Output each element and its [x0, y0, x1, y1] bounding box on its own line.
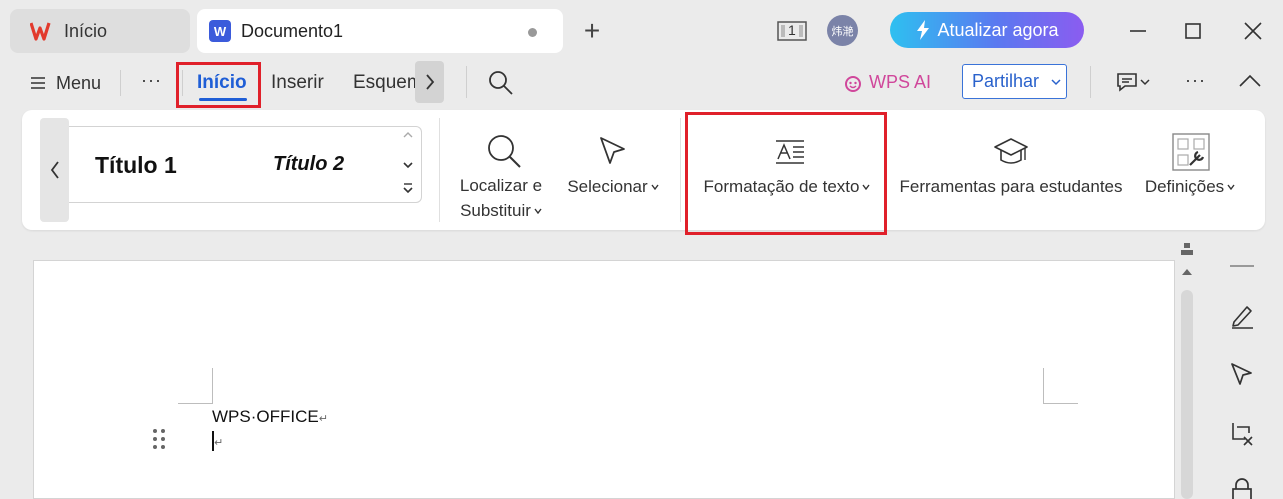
plus-icon: + — [583, 15, 601, 46]
wps-ai-button[interactable]: WPS AI — [843, 72, 931, 93]
cursor-icon — [1229, 361, 1255, 387]
more-tabs-button[interactable]: ··· — [141, 70, 162, 91]
student-tools-button[interactable]: Ferramentas para estudantes — [893, 174, 1129, 199]
text-line-1: WPS·OFFICE — [212, 407, 319, 426]
search-button[interactable] — [488, 70, 514, 96]
share-label: Partilhar — [972, 71, 1040, 91]
share-button[interactable]: Partilhar — [962, 64, 1067, 99]
tab-home-ribbon[interactable]: Início — [197, 72, 247, 94]
collapse-ribbon-button[interactable] — [1239, 74, 1261, 88]
menu-label: Menu — [56, 72, 102, 93]
side-panel-handle — [1230, 265, 1254, 267]
tab-document-label: Documento1 — [241, 20, 344, 41]
find-label-line2: Substituir — [460, 201, 531, 220]
text-format-highlight-box — [685, 112, 887, 235]
chevron-left-icon — [50, 161, 60, 179]
minimize-icon — [1129, 29, 1147, 33]
tab-document[interactable]: W Documento1 — [197, 9, 563, 53]
settings-icon — [1172, 133, 1210, 171]
settings-label: Definições — [1144, 177, 1225, 196]
lock-button[interactable] — [1226, 475, 1258, 499]
graduation-cap-icon — [993, 136, 1029, 168]
bolt-icon — [915, 20, 931, 40]
find-replace-button[interactable]: Localizar e Substituir — [455, 173, 547, 223]
lock-icon — [1230, 478, 1254, 499]
styles-scroll-down[interactable] — [402, 160, 414, 170]
paragraph-mark: ↵ — [214, 437, 224, 449]
menu-button[interactable]: Menu — [30, 70, 101, 96]
minimize-button[interactable] — [1123, 16, 1153, 46]
drag-handle-icon[interactable] — [152, 428, 166, 450]
clear-format-button[interactable] — [1226, 418, 1258, 450]
divider — [1090, 66, 1091, 98]
menu-icon — [30, 75, 46, 91]
pen-tool-button[interactable] — [1226, 300, 1258, 332]
tab-insert[interactable]: Inserir — [271, 72, 324, 94]
window-count-icon[interactable]: 1 — [777, 20, 807, 42]
close-window-button[interactable] — [1238, 16, 1268, 46]
comment-icon — [1116, 72, 1138, 92]
unsaved-indicator — [528, 28, 537, 37]
settings-button[interactable]: Definições — [1138, 174, 1242, 199]
tab-layout[interactable]: Esquem — [353, 72, 415, 94]
scroll-tabs-right-button[interactable] — [415, 61, 444, 103]
vertical-scrollbar[interactable] — [1181, 290, 1193, 499]
pen-icon — [1229, 303, 1255, 329]
avatar[interactable]: 炜滟 — [827, 15, 858, 46]
more-icon[interactable]: ··· — [1185, 70, 1206, 91]
divider — [120, 70, 121, 96]
crop-mark — [1043, 368, 1044, 403]
style-heading-1[interactable]: Título 1 — [95, 152, 177, 179]
divider — [439, 118, 440, 222]
maximize-button[interactable] — [1178, 16, 1208, 46]
chevron-right-icon — [425, 74, 435, 90]
scroll-split-icon[interactable] — [1180, 242, 1194, 256]
upgrade-label: Atualizar agora — [937, 19, 1059, 40]
select-button[interactable]: Selecionar — [563, 174, 663, 199]
find-replace-icon — [486, 133, 522, 169]
chevron-down-icon — [1227, 184, 1235, 190]
crop-mark — [212, 368, 213, 403]
divider — [680, 118, 681, 222]
wps-ai-label: WPS AI — [869, 72, 932, 92]
active-tab-underline — [199, 98, 247, 101]
new-tab-button[interactable]: + — [578, 15, 606, 46]
find-label-line1: Localizar e — [459, 176, 543, 195]
student-tools-label: Ferramentas para estudantes — [899, 177, 1123, 196]
chevron-down-icon — [1140, 78, 1150, 86]
maximize-icon — [1185, 23, 1201, 39]
chevron-down-icon — [1051, 78, 1061, 86]
tab-bar — [0, 0, 1283, 62]
tab-home-label: Início — [64, 20, 108, 41]
crop-mark — [178, 403, 213, 404]
crop-mark — [1043, 403, 1078, 404]
select-cursor-icon — [598, 135, 628, 167]
chevron-down-icon — [534, 208, 542, 214]
wps-logo-icon — [30, 21, 54, 41]
chevron-down-icon — [651, 184, 659, 190]
search-icon — [488, 70, 514, 96]
select-tool-button[interactable] — [1226, 358, 1258, 390]
document-text[interactable]: WPS·OFFICE↵ — [212, 407, 328, 427]
scroll-up-button[interactable] — [1181, 268, 1193, 276]
collapse-ribbon-icon — [1239, 74, 1261, 88]
styles-expand[interactable] — [402, 182, 414, 196]
window-count: 1 — [788, 22, 796, 38]
styles-prev-button[interactable] — [40, 118, 69, 222]
crop-clear-icon — [1229, 421, 1255, 447]
close-icon — [1244, 22, 1262, 40]
word-doc-icon: W — [209, 20, 231, 42]
divider — [466, 66, 467, 98]
document-page[interactable] — [33, 260, 1175, 499]
upgrade-button[interactable]: Atualizar agora — [890, 12, 1084, 48]
tab-home[interactable]: Início — [10, 9, 190, 53]
styles-scroll-up[interactable] — [402, 130, 414, 140]
comment-button[interactable] — [1116, 72, 1150, 92]
select-label: Selecionar — [567, 177, 648, 196]
style-heading-2[interactable]: Título 2 — [273, 153, 344, 176]
paragraph-mark: ↵ — [318, 413, 328, 425]
wps-ai-icon — [843, 73, 863, 93]
